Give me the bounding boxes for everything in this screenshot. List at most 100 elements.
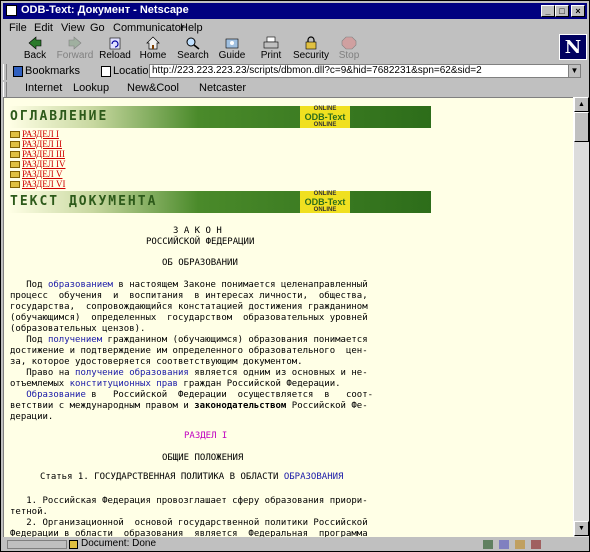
search-button[interactable]: Search bbox=[173, 36, 213, 63]
personal-internet[interactable]: Internet bbox=[25, 82, 62, 94]
link-constitutional-rights[interactable]: конституционных прав bbox=[70, 379, 178, 389]
paragraph-line: Образование в Российской Федерации осуще… bbox=[26, 390, 374, 400]
paragraph-line: 2. Организационной основой государственн… bbox=[10, 518, 368, 528]
maximize-button[interactable]: □ bbox=[555, 5, 569, 17]
app-icon bbox=[6, 5, 17, 16]
paragraph-line: дерации. bbox=[10, 412, 54, 422]
component-bar-navigator-icon[interactable] bbox=[483, 540, 493, 549]
article-heading: Статья 1. ГОСУДАРСТВЕННАЯ ПОЛИТИКА В ОБЛ… bbox=[40, 472, 344, 482]
minimize-button[interactable]: _ bbox=[541, 5, 555, 17]
toc-link-section-2[interactable]: РАЗДЕЛ II bbox=[22, 139, 62, 149]
toc-link-section-1[interactable]: РАЗДЕЛ I bbox=[22, 129, 59, 139]
menu-edit[interactable]: Edit bbox=[34, 22, 53, 34]
odb-text-logo: ONLINE ODB-Text ONLINE bbox=[300, 106, 350, 128]
personal-netcaster[interactable]: Netcaster bbox=[199, 82, 246, 94]
status-text: Document: Done bbox=[81, 538, 157, 549]
folder-icon bbox=[10, 141, 20, 149]
vertical-scrollbar[interactable]: ▲ ▼ bbox=[573, 97, 589, 537]
paragraph-line: (обучающимся) определенных государством … bbox=[10, 313, 368, 323]
toc-item: РАЗДЕЛ V bbox=[10, 169, 65, 179]
personal-toolbar: Internet Lookup New&Cool Netcaster bbox=[3, 81, 587, 97]
folder-icon bbox=[10, 151, 20, 159]
close-button[interactable]: × bbox=[571, 5, 585, 17]
netscape-logo[interactable]: N bbox=[559, 34, 587, 60]
folder-icon bbox=[10, 181, 20, 189]
security-button[interactable]: Security bbox=[291, 36, 331, 63]
toc-link-section-3[interactable]: РАЗДЕЛ III bbox=[22, 149, 65, 159]
paragraph-line: ветствии с международным правом и законо… bbox=[10, 401, 368, 411]
component-bar-discussion-icon[interactable] bbox=[515, 540, 525, 549]
progress-meter bbox=[7, 540, 67, 549]
menu-go[interactable]: Go bbox=[90, 22, 105, 34]
personal-lookup[interactable]: Lookup bbox=[73, 82, 109, 94]
law-name: ОБ ОБРАЗОВАНИИ bbox=[162, 258, 238, 268]
paragraph-line: Право на получение образования является … bbox=[10, 368, 368, 378]
forward-arrow-icon bbox=[68, 36, 82, 50]
location-input[interactable]: http://223.223.223.23/scripts/dbmon.dll?… bbox=[149, 64, 569, 78]
section-title: ОБЩИЕ ПОЛОЖЕНИЯ bbox=[162, 453, 244, 463]
toc-item: РАЗДЕЛ III bbox=[10, 149, 65, 159]
status-bar: Document: Done bbox=[3, 538, 587, 551]
link-education-2[interactable]: Образование bbox=[26, 390, 86, 400]
lock-icon bbox=[305, 36, 317, 50]
link-receiving[interactable]: получением bbox=[48, 335, 102, 345]
toc-item: РАЗДЕЛ VI bbox=[10, 179, 65, 189]
scroll-up-button[interactable]: ▲ bbox=[574, 97, 589, 112]
toolbar-grip[interactable] bbox=[3, 64, 7, 80]
stop-button[interactable]: Stop bbox=[329, 36, 369, 63]
reload-button[interactable]: Reload bbox=[95, 36, 135, 63]
paragraph-line: отъемлемых конституционных прав граждан … bbox=[10, 379, 341, 389]
bookmarks-button[interactable]: Bookmarks bbox=[25, 65, 80, 77]
toc-list: РАЗДЕЛ I РАЗДЕЛ II РАЗДЕЛ III РАЗДЕЛ IV … bbox=[10, 129, 65, 189]
scroll-thumb[interactable] bbox=[574, 112, 589, 142]
folder-icon bbox=[10, 161, 20, 169]
paragraph-line: за, которое удостоверяется соответствующ… bbox=[10, 357, 303, 367]
menu-file[interactable]: File bbox=[9, 22, 27, 34]
search-icon bbox=[186, 37, 200, 50]
paragraph-line: Под получением гражданином (обучающимся)… bbox=[10, 335, 368, 345]
menu-view[interactable]: View bbox=[61, 22, 85, 34]
window-title: ODB-Text: Документ - Netscape bbox=[21, 4, 189, 16]
reload-icon bbox=[109, 37, 121, 50]
scroll-down-button[interactable]: ▼ bbox=[574, 521, 589, 536]
toc-banner-title: ОГЛАВЛЕНИЕ bbox=[10, 109, 109, 124]
security-status-icon[interactable] bbox=[69, 540, 78, 549]
page-content: ОГЛАВЛЕНИЕ ONLINE ODB-Text ONLINE РАЗДЕЛ… bbox=[3, 97, 573, 537]
home-button[interactable]: Home bbox=[133, 36, 173, 63]
toc-link-section-4[interactable]: РАЗДЕЛ IV bbox=[22, 159, 65, 169]
guide-button[interactable]: Guide bbox=[212, 36, 252, 63]
toc-item: РАЗДЕЛ I bbox=[10, 129, 65, 139]
menu-bar: File Edit View Go Communicator Help bbox=[3, 20, 587, 36]
menu-communicator[interactable]: Communicator bbox=[113, 22, 185, 34]
paragraph-line: достижение и подтверждение им определенн… bbox=[10, 346, 368, 356]
location-dropdown-button[interactable]: ▼ bbox=[568, 64, 581, 78]
guide-icon bbox=[225, 38, 239, 49]
paragraph-line: государства, сопровождающийся констатаци… bbox=[10, 302, 368, 312]
personal-newcool[interactable]: New&Cool bbox=[127, 82, 179, 94]
toc-link-section-5[interactable]: РАЗДЕЛ V bbox=[22, 169, 62, 179]
back-button[interactable]: Back bbox=[15, 36, 55, 63]
link-receiving-education[interactable]: получение образования bbox=[75, 368, 189, 378]
toc-link-section-6[interactable]: РАЗДЕЛ VI bbox=[22, 179, 65, 189]
paragraph-line: процесс обучения и воспитания в интереса… bbox=[10, 291, 368, 301]
navigation-toolbar: Back Forward Reload Home Search Guide Pr… bbox=[3, 36, 587, 63]
forward-button[interactable]: Forward bbox=[55, 36, 95, 63]
link-education[interactable]: образованием bbox=[48, 280, 113, 290]
menu-help[interactable]: Help bbox=[180, 22, 203, 34]
link-education-caps[interactable]: ОБРАЗОВАНИЯ bbox=[284, 472, 344, 482]
section-heading: РАЗДЕЛ I bbox=[184, 431, 228, 441]
home-icon bbox=[146, 36, 160, 50]
text-banner: ТЕКСТ ДОКУМЕНТА ONLINE ODB-Text ONLINE bbox=[8, 191, 431, 213]
stop-icon bbox=[341, 36, 357, 50]
print-button[interactable]: Print bbox=[251, 36, 291, 63]
title-bar: ODB-Text: Документ - Netscape _ □ × bbox=[3, 3, 587, 19]
component-bar-mail-icon[interactable] bbox=[499, 540, 509, 549]
law-subtitle: РОССИЙСКОЙ ФЕДЕРАЦИИ bbox=[146, 237, 255, 247]
folder-icon bbox=[10, 171, 20, 179]
toolbar-grip[interactable] bbox=[3, 82, 7, 97]
component-bar-composer-icon[interactable] bbox=[531, 540, 541, 549]
print-icon bbox=[263, 36, 279, 49]
paragraph-line: (образовательных цензов). bbox=[10, 324, 146, 334]
odb-text-logo: ONLINE ODB-Text ONLINE bbox=[300, 191, 350, 213]
page-proxy-icon[interactable] bbox=[101, 66, 111, 77]
